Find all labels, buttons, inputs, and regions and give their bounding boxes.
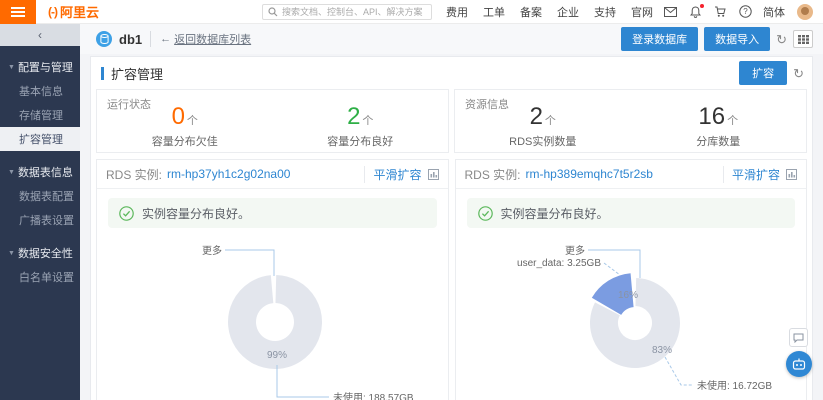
sidebar-group-data-security[interactable]: ▼ 数据安全性: [0, 241, 80, 265]
monitor-chart-icon[interactable]: [428, 169, 439, 180]
instance-id-link[interactable]: rm-hp389emqhc7t5r2sb: [526, 167, 653, 181]
capacity-status-alert: 实例容量分布良好。: [108, 198, 437, 228]
instance-id-link[interactable]: rm-hp37yh1c2g02na00: [167, 167, 290, 181]
back-to-database-list-link[interactable]: ← 返回数据库列表: [150, 31, 251, 47]
notification-badge: [700, 4, 704, 8]
sidebar-group-config[interactable]: ▼ 配置与管理: [0, 55, 80, 79]
section-refresh-icon[interactable]: ↻: [793, 67, 804, 80]
check-circle-icon: [119, 206, 134, 221]
running-status-panel: 运行状态 0个 容量分布欠佳 2个 容量分布良好: [96, 89, 449, 153]
topnav-item-fee[interactable]: 费用: [446, 4, 468, 20]
panel-title: 资源信息: [465, 96, 509, 112]
topnav-item-enterprise[interactable]: 企业: [557, 4, 579, 20]
feedback-chat-button[interactable]: [789, 328, 808, 347]
search-input[interactable]: 搜索文档、控制台、API、解决方案: [262, 4, 432, 20]
expand-button[interactable]: 扩容: [739, 61, 787, 85]
help-question-icon[interactable]: ?: [738, 5, 752, 19]
sidebar-item-basic-info[interactable]: 基本信息: [0, 79, 80, 103]
slice-percent: 16%: [617, 290, 637, 301]
rds-instance-card: RDS 实例: rm-hp389emqhc7t5r2sb 平滑扩容 实例容量分布…: [455, 159, 808, 400]
svg-text:?: ?: [743, 7, 748, 16]
topbar: (-) 阿里云 搜索文档、控制台、API、解决方案 费用 工单 备案 企业 支持…: [0, 0, 823, 24]
message-envelope-icon[interactable]: [663, 5, 677, 19]
chat-bubble-icon: [793, 333, 804, 343]
search-placeholder: 搜索文档、控制台、API、解决方案: [282, 5, 423, 18]
page-title-db-name: db1: [119, 32, 142, 47]
callout-line: [604, 263, 620, 275]
stat-capacity-good: 2个 容量分布良好: [273, 94, 449, 149]
alicloud-logo-text: 阿里云: [60, 2, 99, 21]
check-circle-icon: [478, 206, 493, 221]
sidebar-group-table-info[interactable]: ▼ 数据表信息: [0, 160, 80, 184]
cart-icon[interactable]: [713, 5, 727, 19]
hamburger-menu-icon[interactable]: [0, 0, 36, 24]
user-avatar[interactable]: [797, 4, 813, 20]
capacity-status-alert: 实例容量分布良好。: [467, 198, 796, 228]
smooth-expand-link[interactable]: 平滑扩容: [373, 166, 421, 183]
back-arrow-icon: ←: [160, 33, 171, 45]
topbar-icons: ? 简体: [663, 4, 785, 20]
slice-label-userdata: user_data: 3.25GB: [517, 258, 601, 269]
rds-instance-card: RDS 实例: rm-hp37yh1c2g02na00 平滑扩容 实例容量分布良…: [96, 159, 449, 400]
database-icon: [96, 31, 112, 47]
console-screen: (-) 阿里云 搜索文档、控制台、API、解决方案 费用 工单 备案 企业 支持…: [0, 0, 823, 400]
monitor-chart-icon[interactable]: [786, 169, 797, 180]
stats-row: 运行状态 0个 容量分布欠佳 2个 容量分布良好 资源信息: [91, 89, 812, 153]
slice-label-unused: 未使用: 16.72GB: [697, 379, 772, 392]
capacity-donut-chart[interactable]: 更多 user_data: 3.25GB 16% 83% 未使用: 16.72G…: [456, 230, 808, 400]
smooth-expand-link[interactable]: 平滑扩容: [732, 166, 780, 183]
instance-label: RDS 实例:: [465, 166, 521, 183]
caret-down-icon: ▼: [8, 169, 15, 176]
alicloud-logo[interactable]: (-) 阿里云: [48, 2, 99, 21]
main-content: 扩容管理 扩容 ↻ 运行状态 0个 容量分布欠佳 2个: [80, 54, 823, 400]
page-header: db1 ← 返回数据库列表 登录数据库 数据导入 ↻: [80, 24, 823, 54]
section-accent-bar: [101, 67, 104, 80]
slice-label-more: 更多: [202, 244, 222, 257]
section-title: 扩容管理: [111, 64, 163, 83]
alicloud-logo-mark: (-): [48, 5, 57, 19]
login-database-button[interactable]: 登录数据库: [621, 27, 698, 51]
callout-line: [665, 357, 693, 385]
slice-label-unused: 未使用: 188.57GB: [333, 391, 414, 400]
sidebar: ‹ ▼ 配置与管理 基本信息 存储管理 扩容管理 ▼ 数据表信息 数据表配置 广…: [0, 24, 80, 400]
callout-line: [225, 250, 274, 276]
panel-title: 运行状态: [107, 96, 151, 112]
notification-bell-icon[interactable]: [688, 5, 702, 19]
slice-percent: 99%: [267, 350, 287, 361]
caret-down-icon: ▼: [8, 250, 15, 257]
callout-line: [277, 365, 329, 397]
sidebar-item-expansion-mgmt[interactable]: 扩容管理: [0, 127, 80, 151]
slice-label-more: 更多: [565, 244, 585, 257]
sidebar-item-table-config[interactable]: 数据表配置: [0, 184, 80, 208]
search-icon: [268, 7, 278, 17]
language-selector[interactable]: 简体: [763, 4, 785, 20]
topnav: 费用 工单 备案 企业 支持 官网: [446, 4, 653, 20]
apps-grid-icon[interactable]: [793, 30, 813, 48]
sidebar-item-broadcast-table[interactable]: 广播表设置: [0, 208, 80, 232]
sidebar-collapse-button[interactable]: ‹: [0, 24, 80, 46]
instance-cards-row: RDS 实例: rm-hp37yh1c2g02na00 平滑扩容 实例容量分布良…: [91, 153, 812, 400]
assistant-robot-button[interactable]: [786, 351, 812, 377]
capacity-donut-chart[interactable]: 更多 99% 未使用: 188.57GB: [97, 230, 449, 400]
stat-shard-count: 16个 分库数量: [631, 94, 807, 149]
expansion-management-section: 扩容管理 扩容 ↻ 运行状态 0个 容量分布欠佳 2个: [90, 56, 813, 400]
data-import-button[interactable]: 数据导入: [704, 27, 770, 51]
instance-label: RDS 实例:: [106, 166, 162, 183]
caret-down-icon: ▼: [8, 64, 15, 71]
sidebar-item-storage-mgmt[interactable]: 存储管理: [0, 103, 80, 127]
sidebar-item-whitelist[interactable]: 白名单设置: [0, 265, 80, 289]
topnav-item-website[interactable]: 官网: [631, 4, 653, 20]
topnav-item-icp[interactable]: 备案: [520, 4, 542, 20]
topnav-item-support[interactable]: 支持: [594, 4, 616, 20]
robot-icon: [792, 358, 806, 370]
resource-info-panel: 资源信息 2个 RDS实例数量 16个 分库数量: [454, 89, 807, 153]
slice-percent: 83%: [651, 345, 671, 356]
refresh-icon[interactable]: ↻: [776, 33, 787, 46]
topnav-item-ticket[interactable]: 工单: [483, 4, 505, 20]
